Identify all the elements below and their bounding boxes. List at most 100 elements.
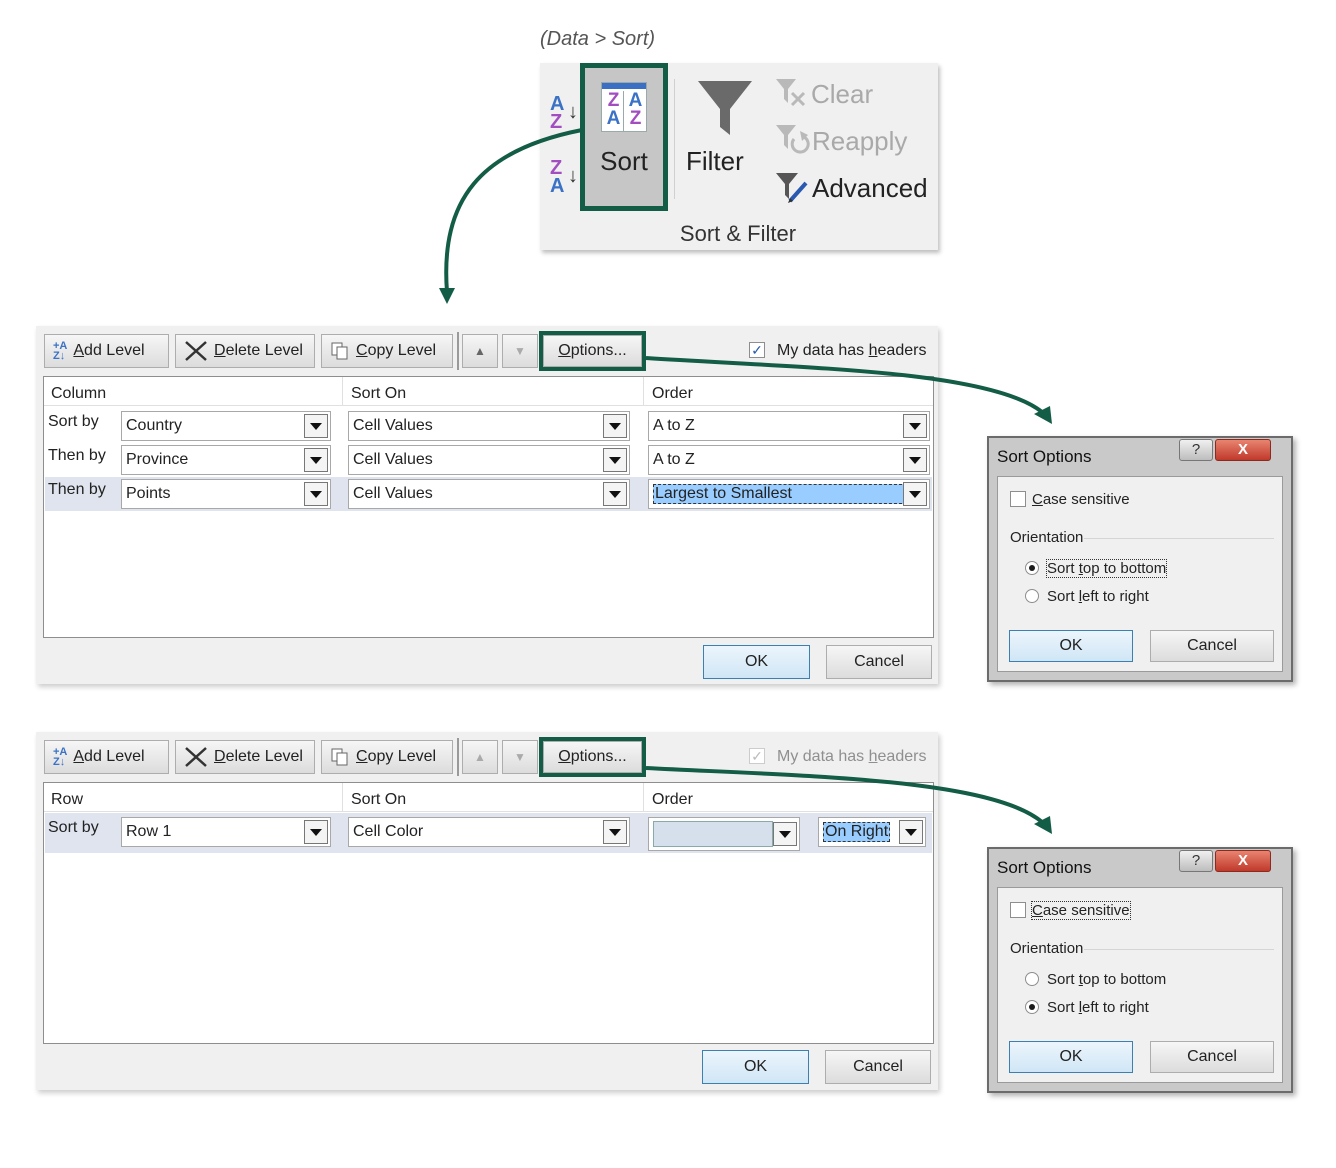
copy-level-button[interactable]: Copy Level bbox=[321, 740, 453, 774]
dropdown-arrow-icon[interactable] bbox=[903, 482, 927, 506]
dropdown-arrow-icon[interactable] bbox=[304, 414, 328, 438]
add-level-label: Add Level bbox=[73, 748, 145, 765]
sort-on-header: Sort On bbox=[351, 791, 407, 808]
order-select[interactable]: A to Z bbox=[648, 411, 930, 441]
down-arrow-icon: ▼ bbox=[514, 344, 526, 358]
add-level-icon: +A Z↓ bbox=[53, 746, 68, 768]
sort-on-select[interactable]: Cell Values bbox=[348, 479, 630, 509]
sort-options-dialog: Sort Options ? X Case sensitive Orientat… bbox=[987, 436, 1293, 682]
dropdown-arrow-icon[interactable] bbox=[603, 820, 627, 844]
down-arrow-icon: ▼ bbox=[514, 750, 526, 764]
arrow-head bbox=[439, 288, 455, 304]
advanced-filter-icon[interactable] bbox=[774, 171, 810, 205]
help-button[interactable]: ? bbox=[1179, 850, 1213, 872]
delete-level-button[interactable]: Delete Level bbox=[175, 334, 315, 368]
position-value: On Right bbox=[823, 822, 891, 842]
filter-label[interactable]: Filter bbox=[686, 146, 744, 177]
add-level-label: Add Level bbox=[73, 342, 145, 359]
sort-icon: Z A A Z bbox=[601, 82, 647, 132]
cancel-button[interactable]: Cancel bbox=[1150, 630, 1274, 662]
ok-button[interactable]: OK bbox=[1009, 630, 1133, 662]
down-arrow-icon: ↓ bbox=[568, 165, 578, 187]
cancel-button[interactable]: Cancel bbox=[825, 1050, 931, 1084]
dialog-title: Sort Options bbox=[997, 447, 1092, 466]
ok-button[interactable]: OK bbox=[702, 1050, 809, 1084]
sort-on-select[interactable]: Cell Color bbox=[348, 817, 630, 847]
sort-icon-divider bbox=[623, 91, 624, 131]
reapply-icon bbox=[776, 125, 810, 154]
add-level-icon: +A Z↓ bbox=[53, 340, 68, 362]
options-button[interactable]: Options... bbox=[543, 741, 642, 773]
sort-filter-ribbon-group: A Z ↓ Z A ↓ Z A A Z Sort Filter Clear Re… bbox=[540, 63, 938, 250]
header-divider bbox=[342, 783, 343, 811]
advanced-label[interactable]: Advanced bbox=[812, 173, 928, 204]
dropdown-arrow-icon[interactable] bbox=[603, 482, 627, 506]
copy-icon bbox=[331, 748, 348, 766]
dropdown-arrow-icon[interactable] bbox=[603, 448, 627, 472]
column-select[interactable]: Province bbox=[121, 445, 331, 475]
add-level-button[interactable]: +A Z↓ Add Level bbox=[44, 740, 169, 774]
column-value: Province bbox=[126, 451, 189, 468]
delete-level-label: Delete Level bbox=[214, 342, 303, 359]
then-by-label: Then by bbox=[48, 481, 106, 498]
copy-level-label: Copy Level bbox=[356, 342, 437, 359]
column-select[interactable]: Points bbox=[121, 479, 331, 509]
position-select[interactable]: On Right bbox=[818, 817, 926, 847]
sort-left-to-right-label: Sort left to right bbox=[1047, 999, 1149, 1016]
row-select[interactable]: Row 1 bbox=[121, 817, 331, 847]
copy-level-label: Copy Level bbox=[356, 748, 437, 765]
sort-left-to-right-radio[interactable] bbox=[1025, 1000, 1039, 1014]
sort-button[interactable]: Z A A Z Sort bbox=[580, 63, 668, 211]
dropdown-arrow-icon[interactable] bbox=[603, 414, 627, 438]
filter-funnel-icon[interactable] bbox=[696, 79, 754, 137]
ribbon-divider bbox=[674, 79, 675, 199]
close-button[interactable]: X bbox=[1215, 850, 1271, 872]
dropdown-arrow-icon[interactable] bbox=[304, 482, 328, 506]
sort-levels-grid: Row Sort On Order Sort by Row 1 Cell Col… bbox=[43, 782, 934, 1044]
dropdown-arrow-icon[interactable] bbox=[304, 820, 328, 844]
move-up-button[interactable]: ▲ bbox=[462, 740, 498, 774]
add-level-button[interactable]: +A Z↓ Add Level bbox=[44, 334, 169, 368]
move-up-button[interactable]: ▲ bbox=[462, 334, 498, 368]
case-sensitive-checkbox[interactable] bbox=[1010, 491, 1026, 507]
sort-left-to-right-radio[interactable] bbox=[1025, 589, 1039, 603]
dropdown-arrow-icon[interactable] bbox=[903, 448, 927, 472]
move-down-button[interactable]: ▼ bbox=[502, 334, 538, 368]
delete-x-icon bbox=[185, 747, 207, 767]
ok-button[interactable]: OK bbox=[703, 645, 810, 679]
dropdown-arrow-icon[interactable] bbox=[899, 820, 923, 844]
ok-button[interactable]: OK bbox=[1009, 1041, 1133, 1073]
column-select[interactable]: Country bbox=[121, 411, 331, 441]
move-down-button[interactable]: ▼ bbox=[502, 740, 538, 774]
row-header: Row bbox=[51, 791, 84, 808]
arrow-head bbox=[1034, 816, 1052, 834]
sort-top-to-bottom-radio[interactable] bbox=[1025, 972, 1039, 986]
dropdown-arrow-icon[interactable] bbox=[773, 822, 797, 846]
dropdown-arrow-icon[interactable] bbox=[304, 448, 328, 472]
header-divider bbox=[643, 377, 644, 405]
cancel-button[interactable]: Cancel bbox=[1150, 1041, 1274, 1073]
sort-on-select[interactable]: Cell Values bbox=[348, 411, 630, 441]
order-select[interactable]: A to Z bbox=[648, 445, 930, 475]
copy-level-button[interactable]: Copy Level bbox=[321, 334, 453, 368]
order-value: Largest to Smallest bbox=[653, 484, 907, 504]
help-button[interactable]: ? bbox=[1179, 439, 1213, 461]
dropdown-arrow-icon[interactable] bbox=[903, 414, 927, 438]
delete-level-label: Delete Level bbox=[214, 748, 303, 765]
sort-on-select[interactable]: Cell Values bbox=[348, 445, 630, 475]
delete-level-button[interactable]: Delete Level bbox=[175, 740, 315, 774]
order-select[interactable]: Largest to Smallest bbox=[648, 479, 930, 509]
cell-color-select[interactable] bbox=[648, 817, 800, 851]
sort-by-label: Sort by bbox=[48, 413, 99, 430]
column-header: Column bbox=[51, 385, 107, 402]
sort-on-header: Sort On bbox=[351, 385, 407, 402]
headers-label: My data has headers bbox=[777, 342, 927, 359]
close-button[interactable]: X bbox=[1215, 439, 1271, 461]
header-divider bbox=[342, 377, 343, 405]
case-sensitive-checkbox[interactable] bbox=[1010, 902, 1026, 918]
options-button[interactable]: Options... bbox=[543, 335, 642, 367]
sort-top-to-bottom-radio[interactable] bbox=[1025, 561, 1039, 575]
case-sensitive-label: Case sensitive bbox=[1031, 901, 1131, 920]
headers-checkbox[interactable]: ✓ bbox=[749, 342, 765, 358]
cancel-button[interactable]: Cancel bbox=[826, 645, 932, 679]
